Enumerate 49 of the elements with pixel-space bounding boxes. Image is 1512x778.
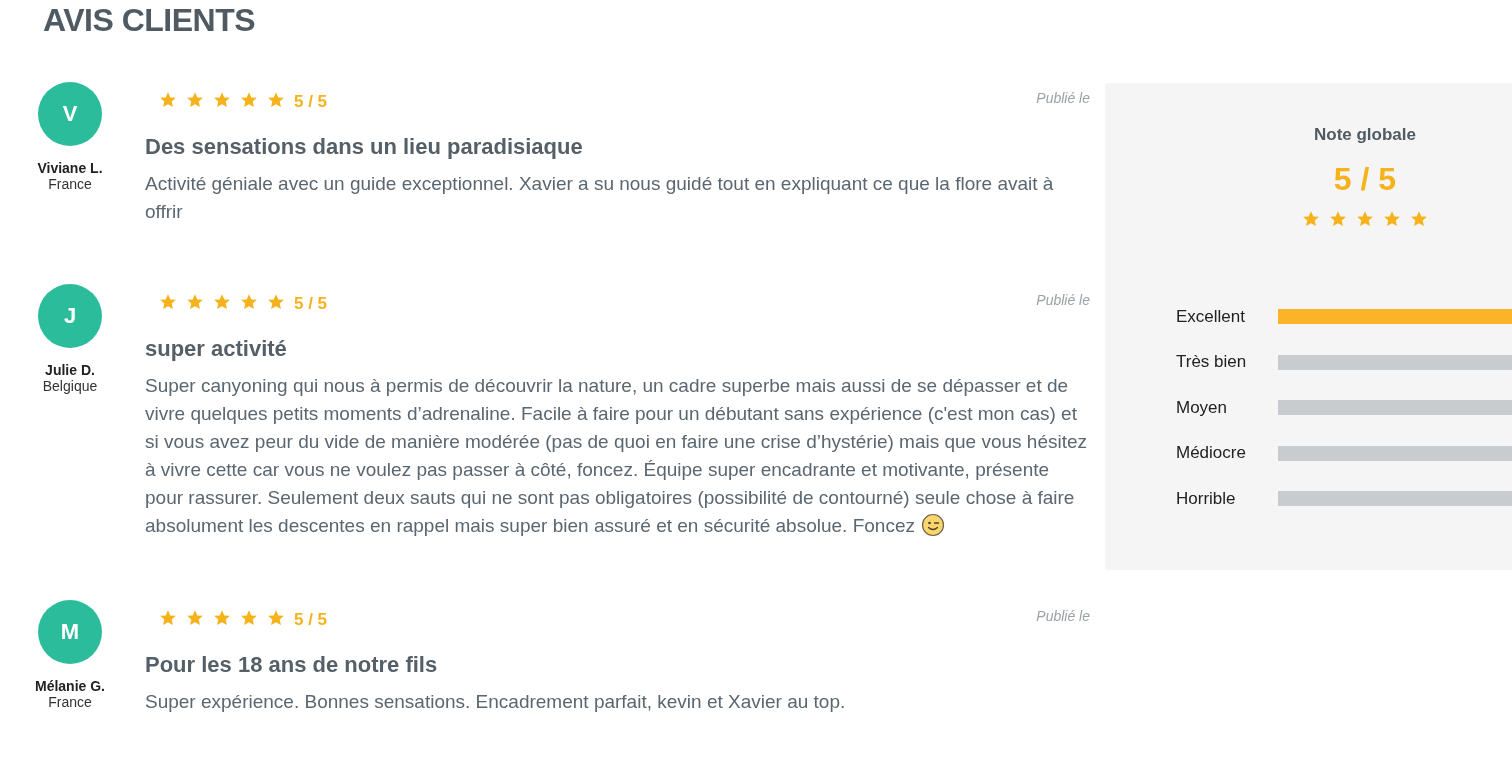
star-icon <box>240 293 258 311</box>
published-label: Publié le <box>1036 90 1090 106</box>
rating-label: Excellent <box>1176 306 1246 327</box>
author-name: Mélanie G. <box>35 678 105 694</box>
star-icon <box>240 91 258 109</box>
rating-label: Médiocre <box>1176 443 1247 464</box>
star-icon <box>267 609 285 627</box>
star-icon <box>186 293 204 311</box>
rating-score: 5 / 5 <box>294 293 328 314</box>
rating-score: 5 / 5 <box>294 609 328 630</box>
avatar: J <box>38 284 102 348</box>
author-name: Julie D. <box>45 362 95 378</box>
author-country: France <box>48 176 92 192</box>
star-icon <box>213 293 231 311</box>
star-icon <box>240 609 258 627</box>
star-icon <box>213 91 231 109</box>
rating-label: Très bien <box>1176 352 1248 373</box>
star-icon <box>186 609 204 627</box>
review-text: Super expérience. Bonnes sensations. Encadrement parfait, kevin et Xavier au top. <box>145 691 846 712</box>
avatar: V <box>38 82 102 146</box>
star-icon <box>1329 210 1347 228</box>
star-icon <box>1383 210 1401 228</box>
star-icon <box>1410 210 1428 228</box>
star-icon <box>267 91 285 109</box>
star-icon <box>267 293 285 311</box>
author-country: France <box>48 694 92 710</box>
avatar: M <box>38 600 102 664</box>
author-name: Viviane L. <box>37 160 103 176</box>
star-icon <box>159 293 177 311</box>
overall-score: 5 / 5 <box>1332 161 1398 198</box>
star-icon <box>213 609 231 627</box>
published-label: Publié le <box>1036 292 1090 308</box>
star-icon <box>1302 210 1320 228</box>
star-icon <box>186 91 204 109</box>
star-icon <box>1356 210 1374 228</box>
review-text: Super canyoning qui nous à permis de découvrir la nature, un cadre superbe mais aussi de se dépasser et de vivre quelques petits moments d’adrenaline. Facile à faire pour un débutant sans expérience (c'est mon cas) et si vous avez peur du vide de manière modérée (pas de quoi en faire une crise d’hystérie) mais que vous hésitez à vivre cette car vous ne voulez pas passer à côté, foncez. Équipe super encadrante et motivante, présente pour rassurer. Seulement deux sauts qui ne sont pas obligatoires (possibilité de contourné) seule chose à faire absolument les descentes en rappel mais super bien assuré et en sécurité absolue. Foncez <box>145 375 1088 536</box>
rating-label: Horrible <box>1176 488 1237 509</box>
summary-title: Note globale <box>1313 125 1417 145</box>
rating-score: 5 / 5 <box>294 91 328 112</box>
review-title: Des sensations dans un lieu paradisiaque <box>145 134 584 160</box>
review-title: super activité <box>145 336 288 362</box>
star-icon <box>159 91 177 109</box>
rating-label: Moyen <box>1176 397 1229 418</box>
review-title: Pour les 18 ans de notre fils <box>145 652 439 678</box>
section-heading: AVIS CLIENTS <box>42 1 257 40</box>
review-text: Activité géniale avec un guide exceptionnel. Xavier a su nous guidé tout en expliquant ce que la flore avait à offrir <box>145 173 1054 222</box>
star-icon <box>159 609 177 627</box>
published-label: Publié le <box>1036 608 1090 624</box>
author-country: Belgique <box>42 378 98 394</box>
